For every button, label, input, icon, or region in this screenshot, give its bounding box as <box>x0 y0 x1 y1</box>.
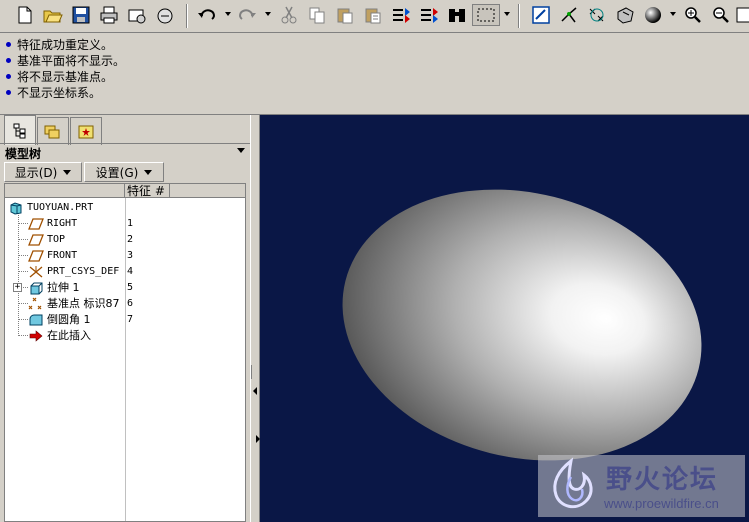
watermark-title: 野火论坛 <box>606 465 719 495</box>
saved-views-icon[interactable] <box>530 4 552 26</box>
message-area: 特征成功重定义。 基准平面将不显示。 将不显示基准点。 不显示坐标系。 <box>0 33 749 115</box>
tree-item[interactable]: 基准点 标识87 6 <box>5 296 245 312</box>
tree-item[interactable]: 倒圆角 1 7 <box>5 312 245 328</box>
insert-here-arrow-icon <box>28 329 43 343</box>
part-icon <box>9 201 23 215</box>
send-mail-icon[interactable] <box>126 4 148 26</box>
watermark-url: www.proewildfire.cn <box>604 496 719 511</box>
tree-item[interactable]: + 拉伸 1 5 <box>5 280 245 296</box>
chevron-down-icon <box>63 169 72 175</box>
show-menu-button[interactable]: 显示(D) <box>4 162 82 182</box>
tab-divider <box>0 143 250 144</box>
print-icon[interactable] <box>98 4 120 26</box>
csys-icon[interactable] <box>614 4 636 26</box>
model-tree: 特征 # TUOYUAN.PRT RIGHT 1 TOP 2 FRONT 3 P… <box>4 183 246 522</box>
message-line: 特征成功重定义。 <box>6 36 113 52</box>
favorites-icon <box>78 125 94 138</box>
regenerate-icon[interactable] <box>390 4 412 26</box>
main-toolbar <box>0 0 749 33</box>
panel-title: 模型树 <box>5 147 42 161</box>
bullet-icon <box>6 89 11 95</box>
forum-logo-icon <box>553 457 593 509</box>
redo-icon[interactable] <box>236 4 258 26</box>
datum-point-icon[interactable] <box>586 4 608 26</box>
tab-folder-browser[interactable] <box>37 117 69 145</box>
round-icon <box>28 313 43 327</box>
expand-plus-icon[interactable]: + <box>13 283 22 292</box>
save-icon[interactable] <box>70 4 92 26</box>
undo-dropdown-icon[interactable] <box>225 12 232 18</box>
bullet-icon <box>6 73 11 79</box>
navigator-panel: 模型树 显示(D) 设置(G) 特征 # TUOYUAN.PRT RIGHT 1… <box>0 115 250 522</box>
refit-icon[interactable] <box>736 4 749 26</box>
shading-dropdown-icon[interactable] <box>670 12 677 18</box>
tree-root-row[interactable]: TUOYUAN.PRT <box>5 200 245 216</box>
cut-icon[interactable] <box>278 4 300 26</box>
copy-icon[interactable] <box>306 4 328 26</box>
tree-column-feature-number[interactable]: 特征 # <box>127 184 165 198</box>
toolbar-separator <box>186 4 188 28</box>
datum-plane-icon <box>28 233 44 247</box>
zoom-out-icon[interactable] <box>710 4 732 26</box>
tree-column-header: 特征 # <box>5 184 245 198</box>
datum-axis-icon[interactable] <box>558 4 580 26</box>
shading-sphere-icon[interactable] <box>642 4 664 26</box>
tree-item[interactable]: TOP 2 <box>5 232 245 248</box>
tree-column-name[interactable] <box>5 184 125 198</box>
message-line: 不显示坐标系。 <box>6 84 101 100</box>
csys-icon <box>28 265 43 279</box>
undo-icon[interactable] <box>196 4 218 26</box>
panel-menu-dropdown-icon[interactable] <box>237 148 245 154</box>
tab-model-tree[interactable] <box>4 115 36 145</box>
extrude-icon <box>28 281 43 295</box>
toolbar-separator <box>518 4 520 28</box>
chevron-down-icon <box>144 169 153 175</box>
message-line: 基准平面将不显示。 <box>6 52 125 68</box>
folder-icon <box>44 125 60 138</box>
tab-favorites[interactable] <box>70 117 102 145</box>
bullet-icon <box>6 41 11 47</box>
tree-item[interactable]: FRONT 3 <box>5 248 245 264</box>
select-dropdown-icon[interactable] <box>504 12 511 18</box>
model-tree-icon <box>13 123 26 138</box>
bullet-icon <box>6 57 11 63</box>
new-file-icon[interactable] <box>14 4 36 26</box>
panel-splitter[interactable] <box>250 115 260 522</box>
forum-watermark: 野火论坛 www.proewildfire.cn <box>538 455 745 517</box>
datum-plane-icon <box>28 249 44 263</box>
datum-point-icon <box>28 297 42 311</box>
tree-item[interactable]: PRT_CSYS_DEF 4 <box>5 264 245 280</box>
zoom-in-icon[interactable] <box>682 4 704 26</box>
tree-item-insert-here[interactable]: 在此插入 <box>5 328 245 344</box>
paste-icon[interactable] <box>334 4 356 26</box>
redo-dropdown-icon[interactable] <box>265 12 272 18</box>
settings-menu-button[interactable]: 设置(G) <box>84 162 164 182</box>
find-binoculars-icon[interactable] <box>446 4 468 26</box>
message-line: 将不显示基准点。 <box>6 68 113 84</box>
tree-item[interactable]: RIGHT 1 <box>5 216 245 232</box>
select-box-icon[interactable] <box>472 4 500 26</box>
open-file-icon[interactable] <box>42 4 64 26</box>
paste-special-icon[interactable] <box>362 4 384 26</box>
regen-manager-icon[interactable] <box>418 4 440 26</box>
collapse-left-icon[interactable] <box>253 387 257 395</box>
datum-plane-icon <box>28 217 44 231</box>
lock-icon[interactable] <box>154 4 176 26</box>
